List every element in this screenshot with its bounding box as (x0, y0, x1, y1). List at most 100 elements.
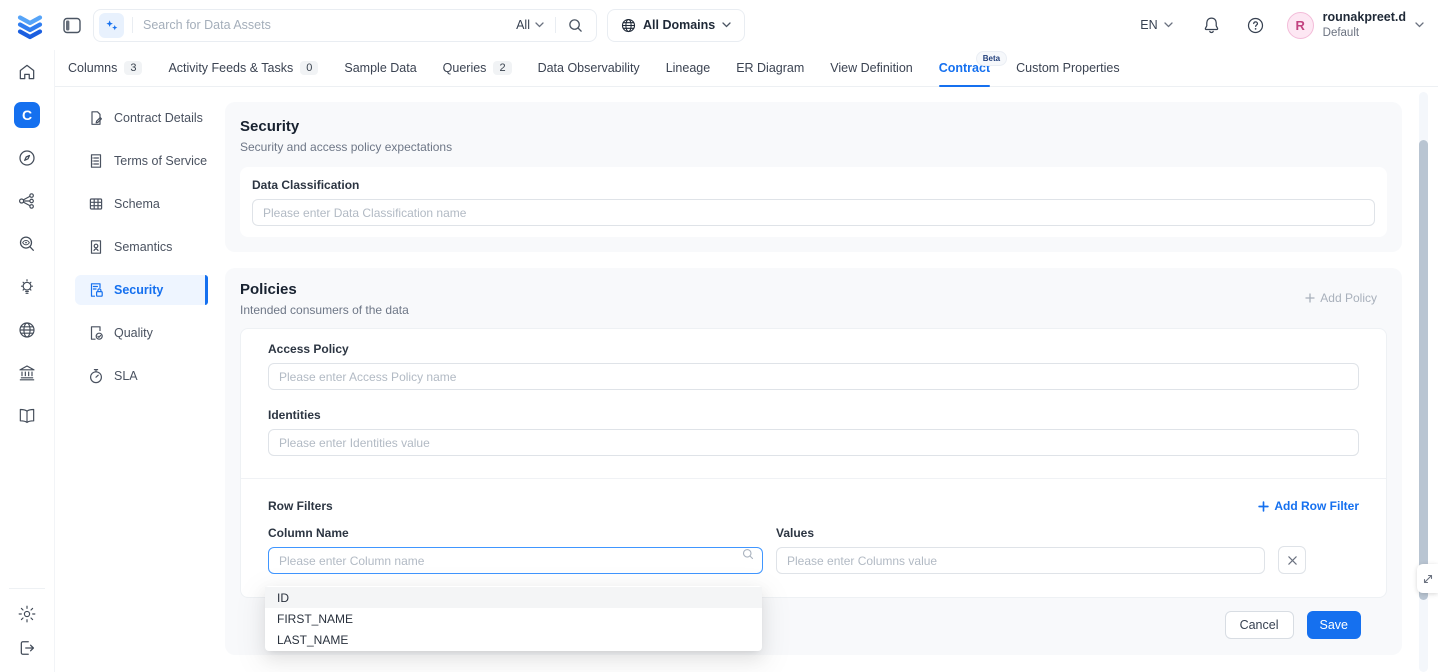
security-title: Security (240, 118, 1387, 135)
chevron-down-icon (1164, 22, 1173, 28)
knowledge-center-nav-button[interactable] (13, 406, 41, 426)
home-nav-button[interactable] (13, 62, 41, 82)
help-button[interactable] (1247, 17, 1264, 34)
tab-lineage[interactable]: Lineage (666, 50, 711, 86)
collate-ai-icon: C (14, 102, 40, 128)
tab-contract[interactable]: Contract Beta (939, 50, 990, 86)
app-sidebar-rail: C (0, 50, 55, 672)
tab-view-definition[interactable]: View Definition (830, 50, 912, 86)
scrollbar-thumb[interactable] (1419, 140, 1428, 600)
panel-resize-handle[interactable] (1417, 564, 1438, 593)
divider (241, 478, 1386, 479)
column-name-dropdown: ID FIRST_NAME LAST_NAME (265, 586, 762, 651)
plus-icon (1305, 293, 1315, 303)
language-selector[interactable]: EN (1140, 18, 1172, 32)
divider (9, 588, 45, 589)
dropdown-option-last-name[interactable]: LAST_NAME (265, 629, 762, 650)
observability-nav-button[interactable] (13, 234, 41, 254)
globe-icon (621, 18, 636, 33)
search-submit-icon[interactable] (568, 18, 583, 33)
values-input[interactable] (776, 547, 1265, 574)
book-icon (17, 406, 37, 426)
search-icon (742, 548, 754, 560)
ai-sparkle-button[interactable] (99, 13, 124, 38)
avatar: R (1287, 12, 1314, 39)
schema-icon (88, 196, 104, 212)
nav-quality[interactable]: Quality (75, 318, 208, 348)
nav-sla[interactable]: SLA (75, 361, 208, 391)
policies-title: Policies (240, 281, 409, 298)
sparkle-icon (105, 19, 118, 32)
chevron-down-icon (722, 22, 731, 28)
top-bar: All All Domains EN (0, 0, 1438, 50)
tab-columns[interactable]: Columns 3 (68, 50, 142, 86)
logout-button[interactable] (13, 638, 41, 658)
collate-ai-nav-button[interactable]: C (13, 105, 41, 125)
gear-icon (17, 604, 37, 624)
beta-badge: Beta (977, 52, 1006, 65)
remove-row-filter-button[interactable] (1278, 546, 1306, 574)
terms-of-service-icon (88, 153, 104, 169)
govern-nav-button[interactable] (13, 363, 41, 383)
tab-custom-properties[interactable]: Custom Properties (1016, 50, 1120, 86)
add-policy-button[interactable]: Add Policy (1305, 291, 1377, 305)
cancel-button[interactable]: Cancel (1225, 611, 1294, 639)
security-section-card: Security Security and access policy expe… (225, 102, 1402, 252)
identities-label: Identities (268, 408, 1359, 422)
tab-sample-data[interactable]: Sample Data (344, 50, 416, 86)
app-logo-icon[interactable] (13, 8, 47, 42)
tab-data-observability[interactable]: Data Observability (538, 50, 640, 86)
quality-icon (88, 325, 104, 341)
data-classification-input[interactable] (252, 199, 1375, 226)
user-menu[interactable]: R rounakpreet.d Default (1287, 10, 1424, 40)
nav-contract-details[interactable]: Contract Details (75, 103, 208, 133)
contract-details-icon (88, 110, 104, 126)
contract-security-panel: Security Security and access policy expe… (225, 88, 1402, 655)
logout-icon (17, 638, 37, 658)
semantics-icon (88, 239, 104, 255)
notifications-button[interactable] (1203, 16, 1220, 34)
nav-security[interactable]: Security (75, 275, 208, 305)
row-filters-title: Row Filters (268, 499, 333, 513)
sidebar-toggle-icon[interactable] (63, 17, 81, 34)
save-button[interactable]: Save (1307, 611, 1362, 639)
search-input[interactable] (133, 18, 516, 32)
security-icon (88, 282, 104, 298)
dropdown-option-id[interactable]: ID (265, 587, 762, 608)
tab-queries[interactable]: Queries 2 (443, 50, 512, 86)
dropdown-option-first-name[interactable]: FIRST_NAME (265, 608, 762, 629)
explore-nav-button[interactable] (13, 148, 41, 168)
identities-input[interactable] (268, 429, 1359, 456)
tab-activity-feeds[interactable]: Activity Feeds & Tasks 0 (168, 50, 318, 86)
data-classification-box: Data Classification (240, 167, 1387, 237)
security-subtitle: Security and access policy expectations (240, 140, 1387, 154)
policy-form-card: Access Policy Identities Row Filters Add… (240, 328, 1387, 598)
add-row-filter-button[interactable]: Add Row Filter (1258, 499, 1359, 513)
nav-schema[interactable]: Schema (75, 189, 208, 219)
column-name-label: Column Name (268, 526, 763, 540)
tab-count-badge: 0 (300, 61, 318, 75)
access-policy-input[interactable] (268, 363, 1359, 390)
user-name: rounakpreet.d (1323, 10, 1406, 26)
sla-stopwatch-icon (88, 368, 104, 384)
bank-icon (17, 363, 37, 383)
platform-lineage-nav-button[interactable] (13, 191, 41, 211)
tab-er-diagram[interactable]: ER Diagram (736, 50, 804, 86)
domains-selector[interactable]: All Domains (607, 9, 745, 42)
plus-icon (1258, 501, 1269, 512)
chevron-down-icon (1415, 22, 1424, 28)
question-icon (1247, 17, 1264, 34)
entity-tab-bar: Columns 3 Activity Feeds & Tasks 0 Sampl… (55, 50, 1438, 87)
user-team: Default (1323, 26, 1406, 40)
domains-nav-button[interactable] (13, 320, 41, 340)
chevron-down-icon (535, 22, 544, 28)
settings-nav-button[interactable] (13, 604, 41, 624)
values-label: Values (776, 526, 1265, 540)
nav-terms-of-service[interactable]: Terms of Service (75, 146, 208, 176)
home-icon (17, 62, 37, 82)
search-scope-dropdown[interactable]: All (516, 18, 544, 32)
column-name-input[interactable] (268, 547, 763, 574)
insights-nav-button[interactable] (13, 277, 41, 297)
nav-semantics[interactable]: Semantics (75, 232, 208, 262)
policies-subtitle: Intended consumers of the data (240, 303, 409, 317)
